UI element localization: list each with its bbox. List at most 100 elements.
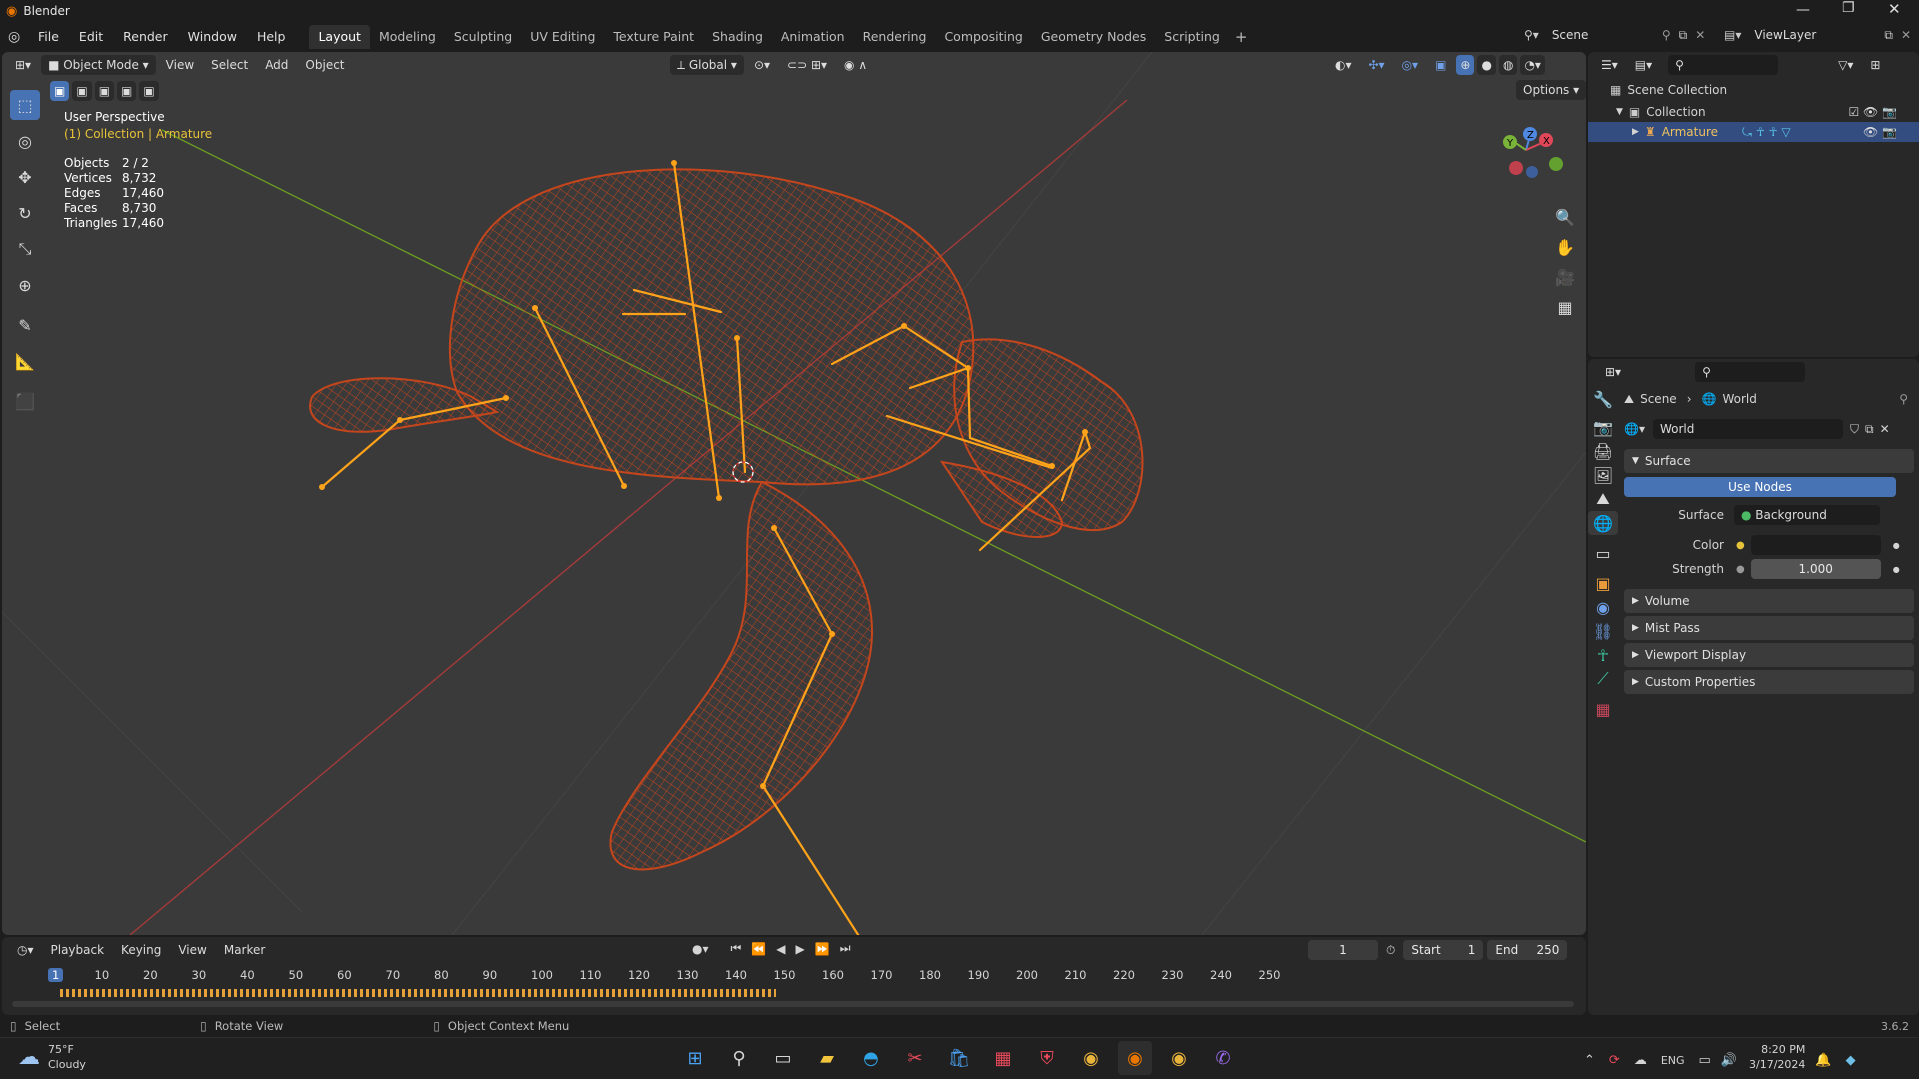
transform-tool-icon[interactable]: ⊕ (10, 270, 40, 300)
shading-solid-icon[interactable]: ● (1477, 55, 1496, 75)
ortho-grid-icon[interactable]: ▦ (1550, 292, 1580, 322)
blender-menu-icon[interactable]: ◎ (8, 29, 28, 45)
network-icon[interactable]: ▭ (1699, 1053, 1711, 1068)
file-explorer-icon[interactable]: ▰ (810, 1041, 844, 1075)
view-layer-name-field[interactable]: ViewLayer (1747, 25, 1878, 45)
bone-tab-icon[interactable]: ⟋ (1588, 667, 1618, 691)
add-cube-tool-icon[interactable]: ⬛ (10, 386, 40, 416)
view-layer-tab-icon[interactable]: 🖼 (1588, 463, 1618, 487)
tab-rendering[interactable]: Rendering (854, 25, 936, 49)
armature-data-tab-icon[interactable]: ☥ (1588, 643, 1618, 667)
keyframe-dot-icon[interactable]: ● (1893, 565, 1900, 574)
panel-header-mist-pass[interactable]: ▶ Mist Pass (1624, 616, 1914, 640)
properties-search-input[interactable]: ⚲ (1695, 362, 1806, 382)
delete-view-layer-icon[interactable]: ✕ (1901, 28, 1911, 42)
zoom-icon[interactable]: 🔍 (1550, 202, 1580, 232)
xray-icon[interactable]: ▣ (1428, 55, 1453, 75)
world-name-field[interactable]: World (1652, 419, 1843, 439)
tab-compositing[interactable]: Compositing (935, 25, 1031, 49)
scene-tab-icon[interactable]: ⛰ (1588, 487, 1618, 511)
gizmo-toggle-icon[interactable]: ✣▾ (1362, 55, 1392, 75)
tab-texture-paint[interactable]: Texture Paint (604, 25, 703, 49)
mcafee-icon[interactable]: ⛨ (1030, 1041, 1064, 1075)
chrome-icon[interactable]: ◉ (1074, 1041, 1108, 1075)
outliner[interactable]: ☰▾ ▤▾ ⚲ ▽▾ ⊞ ▦ Scene Collection ▼ ▣ Coll… (1588, 52, 1919, 357)
task-view-icon[interactable]: ▭ (766, 1041, 800, 1075)
weather-widget[interactable]: ☁ 75°F Cloudy (18, 1042, 86, 1072)
viewport-menu-view[interactable]: View (159, 55, 201, 75)
rotate-tool-icon[interactable]: ↻ (10, 198, 40, 228)
sync-icon[interactable]: ⟳ (1609, 1053, 1620, 1068)
expand-icon[interactable]: ▶ (1632, 127, 1639, 137)
shading-material-icon[interactable]: ◍ (1498, 55, 1518, 75)
collection-visibility-icons[interactable]: ☑ 👁 📷 (1848, 105, 1897, 119)
new-collection-icon[interactable]: ⊞ (1863, 55, 1887, 75)
physics-tab-icon[interactable]: ◉ (1588, 595, 1618, 619)
tab-shading[interactable]: Shading (703, 25, 772, 49)
collection-tab-icon[interactable]: ▭ (1588, 541, 1618, 565)
current-frame-field[interactable]: 1 (1308, 940, 1378, 960)
use-nodes-button[interactable]: Use Nodes (1624, 477, 1896, 497)
output-tab-icon[interactable]: 🖨 (1588, 439, 1618, 463)
select-new-icon[interactable]: ▣ (50, 81, 70, 101)
pin-icon[interactable]: ⚲ (1899, 392, 1908, 406)
chrome-profile-icon[interactable]: ◉ (1162, 1041, 1196, 1075)
onedrive-icon[interactable]: ☁ (1634, 1053, 1647, 1068)
new-scene-icon[interactable]: ⧉ (1679, 28, 1688, 43)
annotate-tool-icon[interactable]: ✎ (10, 310, 40, 340)
properties-editor[interactable]: ⊞▾ ⚲ 🔧 📷 🖨 🖼 ⛰ 🌐 ▭ ▣ ◉ ⛓ ☥ ⟋ ▦ ⛰ Scene ›… (1588, 359, 1919, 1015)
view-layer-icon[interactable]: ▤▾ (1724, 28, 1741, 42)
filter-icon[interactable]: ▽▾ (1831, 55, 1860, 75)
tab-modeling[interactable]: Modeling (370, 25, 445, 49)
jump-start-icon[interactable]: ⏮ (731, 941, 742, 956)
armature-data-icons[interactable]: ⤿ ☥ ☥ ▽ (1742, 125, 1791, 140)
move-tool-icon[interactable]: ✥ (10, 162, 40, 192)
blender-taskbar-icon[interactable]: ◉ (1118, 1041, 1152, 1075)
surface-panel-header[interactable]: ▼ Surface (1624, 449, 1914, 473)
select-extend-icon[interactable]: ▣ (72, 81, 92, 101)
color-swatch[interactable] (1750, 535, 1881, 555)
volume-icon[interactable]: 🔊 (1721, 1053, 1737, 1068)
options-dropdown[interactable]: Options ▾ (1516, 80, 1586, 100)
tab-layout[interactable]: Layout (309, 25, 370, 49)
texture-tab-icon[interactable]: ▦ (1588, 697, 1618, 721)
select-box-tool-icon[interactable]: ⬚ (10, 90, 40, 120)
timeline-menu-keying[interactable]: Keying (114, 940, 168, 960)
panel-header-volume[interactable]: ▶ Volume (1624, 589, 1914, 613)
scale-tool-icon[interactable]: ⤡ (10, 234, 40, 264)
strength-socket-icon[interactable]: ● (1736, 564, 1745, 575)
edge-icon[interactable]: ◓ (854, 1041, 888, 1075)
delete-scene-icon[interactable]: ✕ (1695, 28, 1705, 42)
world-tab-icon[interactable]: 🌐 (1588, 511, 1618, 535)
timeline-menu-marker[interactable]: Marker (217, 940, 272, 960)
navigation-gizmo[interactable]: Z X Y (1496, 120, 1566, 200)
office-icon[interactable]: ▦ (986, 1041, 1020, 1075)
menu-file[interactable]: File (28, 25, 69, 49)
scene-name-field[interactable]: Scene (1544, 25, 1655, 45)
shading-wireframe-icon[interactable]: ⊕ (1456, 55, 1475, 75)
proportional-edit-icon[interactable]: ◉ ∧ (837, 55, 874, 75)
measure-tool-icon[interactable]: 📐 (10, 346, 40, 376)
unlink-icon[interactable]: ✕ (1880, 422, 1890, 436)
world-browse-icon[interactable]: 🌐▾ (1624, 422, 1645, 436)
visibility-icon[interactable]: ◐▾ (1328, 55, 1359, 75)
render-tab-icon[interactable]: 📷 (1588, 415, 1618, 439)
3d-viewport[interactable]: ⊞▾ ■ Object Mode ▾ View Select Add Object ▣… (2, 52, 1586, 935)
next-keyframe-icon[interactable]: ⏩ (815, 942, 830, 956)
snap-icon[interactable]: ⊂⊃ ⊞▾ (780, 55, 834, 75)
cursor-tool-icon[interactable]: ◎ (10, 126, 40, 156)
turtle-mesh-wireframe[interactable] (309, 168, 1144, 871)
keyframes-strip[interactable] (60, 989, 776, 997)
timeline-menu-playback[interactable]: Playback (44, 940, 112, 960)
panel-header-viewport-display[interactable]: ▶ Viewport Display (1624, 643, 1914, 667)
snipping-tool-icon[interactable]: ✂ (898, 1041, 932, 1075)
play-icon[interactable]: ▶ (796, 942, 805, 956)
record-icon[interactable]: ●▾ (692, 942, 709, 956)
minimize-button[interactable]: — (1796, 2, 1810, 18)
outliner-search-input[interactable]: ⚲ (1668, 55, 1779, 75)
viewport-menu-add[interactable]: Add (258, 55, 295, 75)
select-invert-icon[interactable]: ▣ (117, 81, 137, 101)
constraints-tab-icon[interactable]: ⛓ (1588, 619, 1618, 643)
stopwatch-icon[interactable]: ⏱ (1386, 943, 1395, 958)
panel-header-custom-properties[interactable]: ▶ Custom Properties (1624, 670, 1914, 694)
